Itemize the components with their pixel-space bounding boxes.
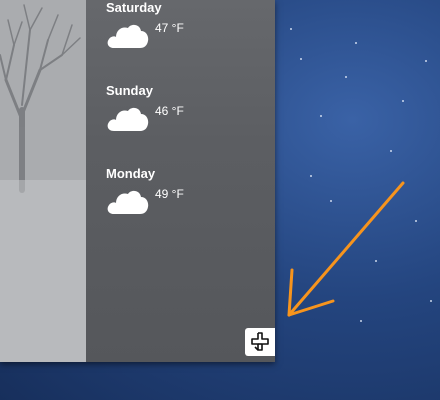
day-temperature: 49 °F [155, 187, 184, 201]
day-name: Sunday [106, 83, 153, 98]
star [415, 220, 417, 222]
star [425, 60, 427, 62]
forecast-day-sunday: Sunday 46 °F [106, 83, 266, 143]
star [402, 100, 404, 102]
forecast-day-monday: Monday 49 °F [106, 166, 266, 226]
star [430, 300, 432, 302]
foggy-tree-image [0, 0, 86, 362]
star [320, 115, 322, 117]
day-name: Monday [106, 166, 156, 181]
day-name: Saturday [106, 0, 162, 15]
cloud-icon [107, 190, 149, 214]
snap-window-icon [251, 332, 269, 351]
background-photo [0, 0, 86, 362]
star [300, 58, 302, 60]
star [360, 320, 362, 322]
weather-app-window: Saturday 47 °F Sunday 46 °F Monday 49 °F [0, 0, 275, 362]
star [355, 42, 357, 44]
day-temperature: 46 °F [155, 104, 184, 118]
star [290, 28, 292, 30]
star [390, 150, 392, 152]
day-temperature: 47 °F [155, 21, 184, 35]
snap-window-button[interactable] [245, 328, 275, 356]
cloud-icon [107, 24, 149, 48]
forecast-panel: Saturday 47 °F Sunday 46 °F Monday 49 °F [86, 0, 275, 362]
star [345, 76, 347, 78]
forecast-day-saturday: Saturday 47 °F [106, 0, 266, 60]
arrow-pointer-icon [287, 181, 405, 317]
cloud-icon [107, 107, 149, 131]
